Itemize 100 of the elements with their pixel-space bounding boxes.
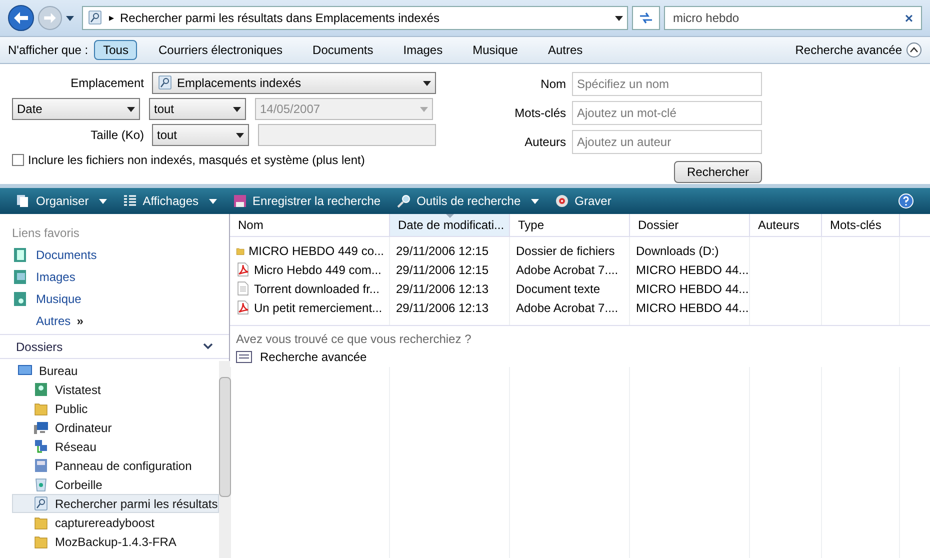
table-cell-text: Torrent downloaded fr... xyxy=(254,280,380,298)
tree-item-label: MozBackup-1.4.3-FRA xyxy=(55,534,176,550)
location-dropdown[interactable]: Emplacements indexés xyxy=(152,72,436,94)
size-field[interactable] xyxy=(258,124,436,146)
tree-item-label: Ordinateur xyxy=(55,420,112,436)
filter-label: N'afficher que : xyxy=(8,42,88,59)
search-folder-icon xyxy=(33,496,49,512)
dropdown-arrow-icon xyxy=(236,132,244,138)
column-header[interactable]: Mots-clés xyxy=(822,214,900,236)
search-value: micro hebdo xyxy=(673,10,740,27)
date-value: 14/05/2007 xyxy=(260,101,322,118)
text-field[interactable]: Spécifiez un nom xyxy=(572,72,762,96)
size-operator-dropdown[interactable]: tout xyxy=(152,124,249,146)
favorite-link[interactable]: Documents xyxy=(12,246,217,264)
more-links[interactable]: Autres xyxy=(36,312,71,330)
include-label: Inclure les fichiers non indexés, masqués et système (plus lent) xyxy=(28,152,365,169)
more-arrow: » xyxy=(76,313,84,330)
address-path: Rechercher parmi les résultats dans Emplacements indexés xyxy=(120,10,440,27)
table-cell-text: Dossier de fichiers xyxy=(516,242,615,260)
back-arrow-icon xyxy=(14,12,28,24)
dropdown-arrow-icon xyxy=(423,80,431,86)
tree-item[interactable]: capturereadyboost xyxy=(12,513,219,532)
tree-item[interactable]: Public xyxy=(12,399,219,418)
tree-item-label: Corbeille xyxy=(55,476,102,494)
search-button[interactable]: Rechercher xyxy=(674,161,762,183)
favorite-link[interactable]: Images xyxy=(12,268,217,286)
table-cell-text: Micro Hebdo 449 com... xyxy=(254,262,382,278)
tree-item-label: Réseau xyxy=(55,438,96,456)
table-cell-text: Document texte xyxy=(516,280,600,298)
date-operator-dropdown[interactable]: tout xyxy=(149,98,246,120)
include-checkbox[interactable] xyxy=(12,154,24,166)
forward-arrow-icon xyxy=(44,13,56,23)
search-folder-icon xyxy=(157,75,173,91)
folders-header[interactable]: Dossiers xyxy=(0,335,229,359)
file-row[interactable]: Micro Hebdo 449 com... 29/11/2006 12:15 Adobe Acrobat 7.... MICRO HEBDO 44... xyxy=(230,260,930,279)
scrollbar[interactable] xyxy=(218,361,231,558)
toolbar-button[interactable]: Outils de recherche xyxy=(396,192,539,210)
file-row[interactable]: Torrent downloaded fr... 29/11/2006 12:13 Document texte MICRO HEBDO 44... xyxy=(230,279,930,298)
address-field[interactable]: ▸ Rechercher parmi les résultats dans Emplacements indexés xyxy=(82,6,628,30)
documents-icon xyxy=(16,194,30,208)
favorite-link[interactable]: Musique xyxy=(12,290,217,308)
tree-item[interactable]: Réseau xyxy=(12,437,219,456)
file-row[interactable]: MICRO HEBDO 449 co... 29/11/2006 12:15 Dossier de fichiers Downloads (D:) xyxy=(230,241,930,260)
images-icon xyxy=(12,269,28,285)
tree-item[interactable]: Vistatest xyxy=(12,380,219,399)
dropdown-arrow-icon xyxy=(233,106,241,112)
file-row[interactable]: Un petit remerciement... 29/11/2006 12:13 Adobe Acrobat 7.... MICRO HEBDO 44... xyxy=(230,298,930,317)
dropdown-arrow-icon xyxy=(208,198,217,204)
folder-icon xyxy=(33,534,49,550)
search-field[interactable]: micro hebdo × xyxy=(664,6,922,30)
text-field[interactable]: Ajoutez un auteur xyxy=(572,130,762,154)
path-arrow: ▸ xyxy=(109,12,114,26)
column-header[interactable]: Date de modificati... xyxy=(390,214,510,236)
network-icon xyxy=(33,438,49,454)
help-icon[interactable] xyxy=(898,193,914,209)
advanced-search-link[interactable]: Recherche avancée xyxy=(260,348,367,366)
clear-search-button[interactable]: × xyxy=(904,11,913,25)
tree-item-label: Panneau de configuration xyxy=(55,458,192,474)
tree-item[interactable]: Bureau xyxy=(12,361,219,380)
filter-tab[interactable]: Images xyxy=(394,40,452,60)
filter-tab[interactable]: Tous xyxy=(94,40,138,60)
table-cell-text: 29/11/2006 12:15 xyxy=(396,242,489,260)
column-header[interactable]: Dossier xyxy=(630,214,750,236)
toolbar-button[interactable]: Affichages xyxy=(122,192,217,210)
advanced-search-toggle[interactable]: Recherche avancée xyxy=(795,41,902,59)
tree-item[interactable]: Corbeille xyxy=(12,475,219,494)
refresh-button[interactable] xyxy=(632,6,660,30)
collapse-icon[interactable] xyxy=(906,42,922,58)
toolbar-button[interactable]: Graver xyxy=(554,192,612,210)
text-field[interactable]: Ajoutez un mot-clé xyxy=(572,101,762,125)
filter-tab[interactable]: Documents xyxy=(304,40,382,60)
chevron-down-icon xyxy=(203,343,213,350)
tree-item[interactable]: Ordinateur xyxy=(12,418,219,437)
tree-item-label: Rechercher parmi les résultats xyxy=(55,496,218,512)
computer-icon xyxy=(33,420,49,436)
recycle-bin-icon xyxy=(33,476,49,492)
size-label: Taille (Ko) xyxy=(90,127,145,144)
filter-tab[interactable]: Autres xyxy=(538,40,592,60)
column-header[interactable]: Type xyxy=(510,214,630,236)
disc-icon xyxy=(554,194,569,208)
location-value: Emplacements indexés xyxy=(177,75,302,92)
toolbar-button[interactable]: Enregistrer la recherche xyxy=(232,192,381,210)
magnifier-icon xyxy=(396,194,411,208)
filter-tab[interactable]: Musique xyxy=(464,40,527,60)
list-view-icon xyxy=(122,194,137,208)
filter-tab[interactable]: Courriers électroniques xyxy=(149,40,292,60)
date-field-dropdown[interactable]: Date xyxy=(12,98,140,120)
folder-icon xyxy=(33,400,49,416)
folders-title: Dossiers xyxy=(16,338,63,356)
tree-item[interactable]: Panneau de configuration xyxy=(12,456,219,475)
back-button[interactable] xyxy=(8,5,34,31)
column-header[interactable]: Auteurs xyxy=(750,214,822,236)
toolbar-button[interactable]: Organiser xyxy=(16,192,107,210)
user-folder-icon xyxy=(33,382,49,398)
search-question: Avez vous trouvé ce que vous recherchiez ? xyxy=(236,331,472,347)
tree-item[interactable]: Rechercher parmi les résultats xyxy=(12,494,219,513)
pdf-file-icon xyxy=(236,262,250,277)
dropdown-arrow-icon xyxy=(66,16,74,20)
dropdown-arrow-icon xyxy=(127,106,135,112)
tree-item[interactable]: MozBackup-1.4.3-FRA xyxy=(12,532,219,551)
